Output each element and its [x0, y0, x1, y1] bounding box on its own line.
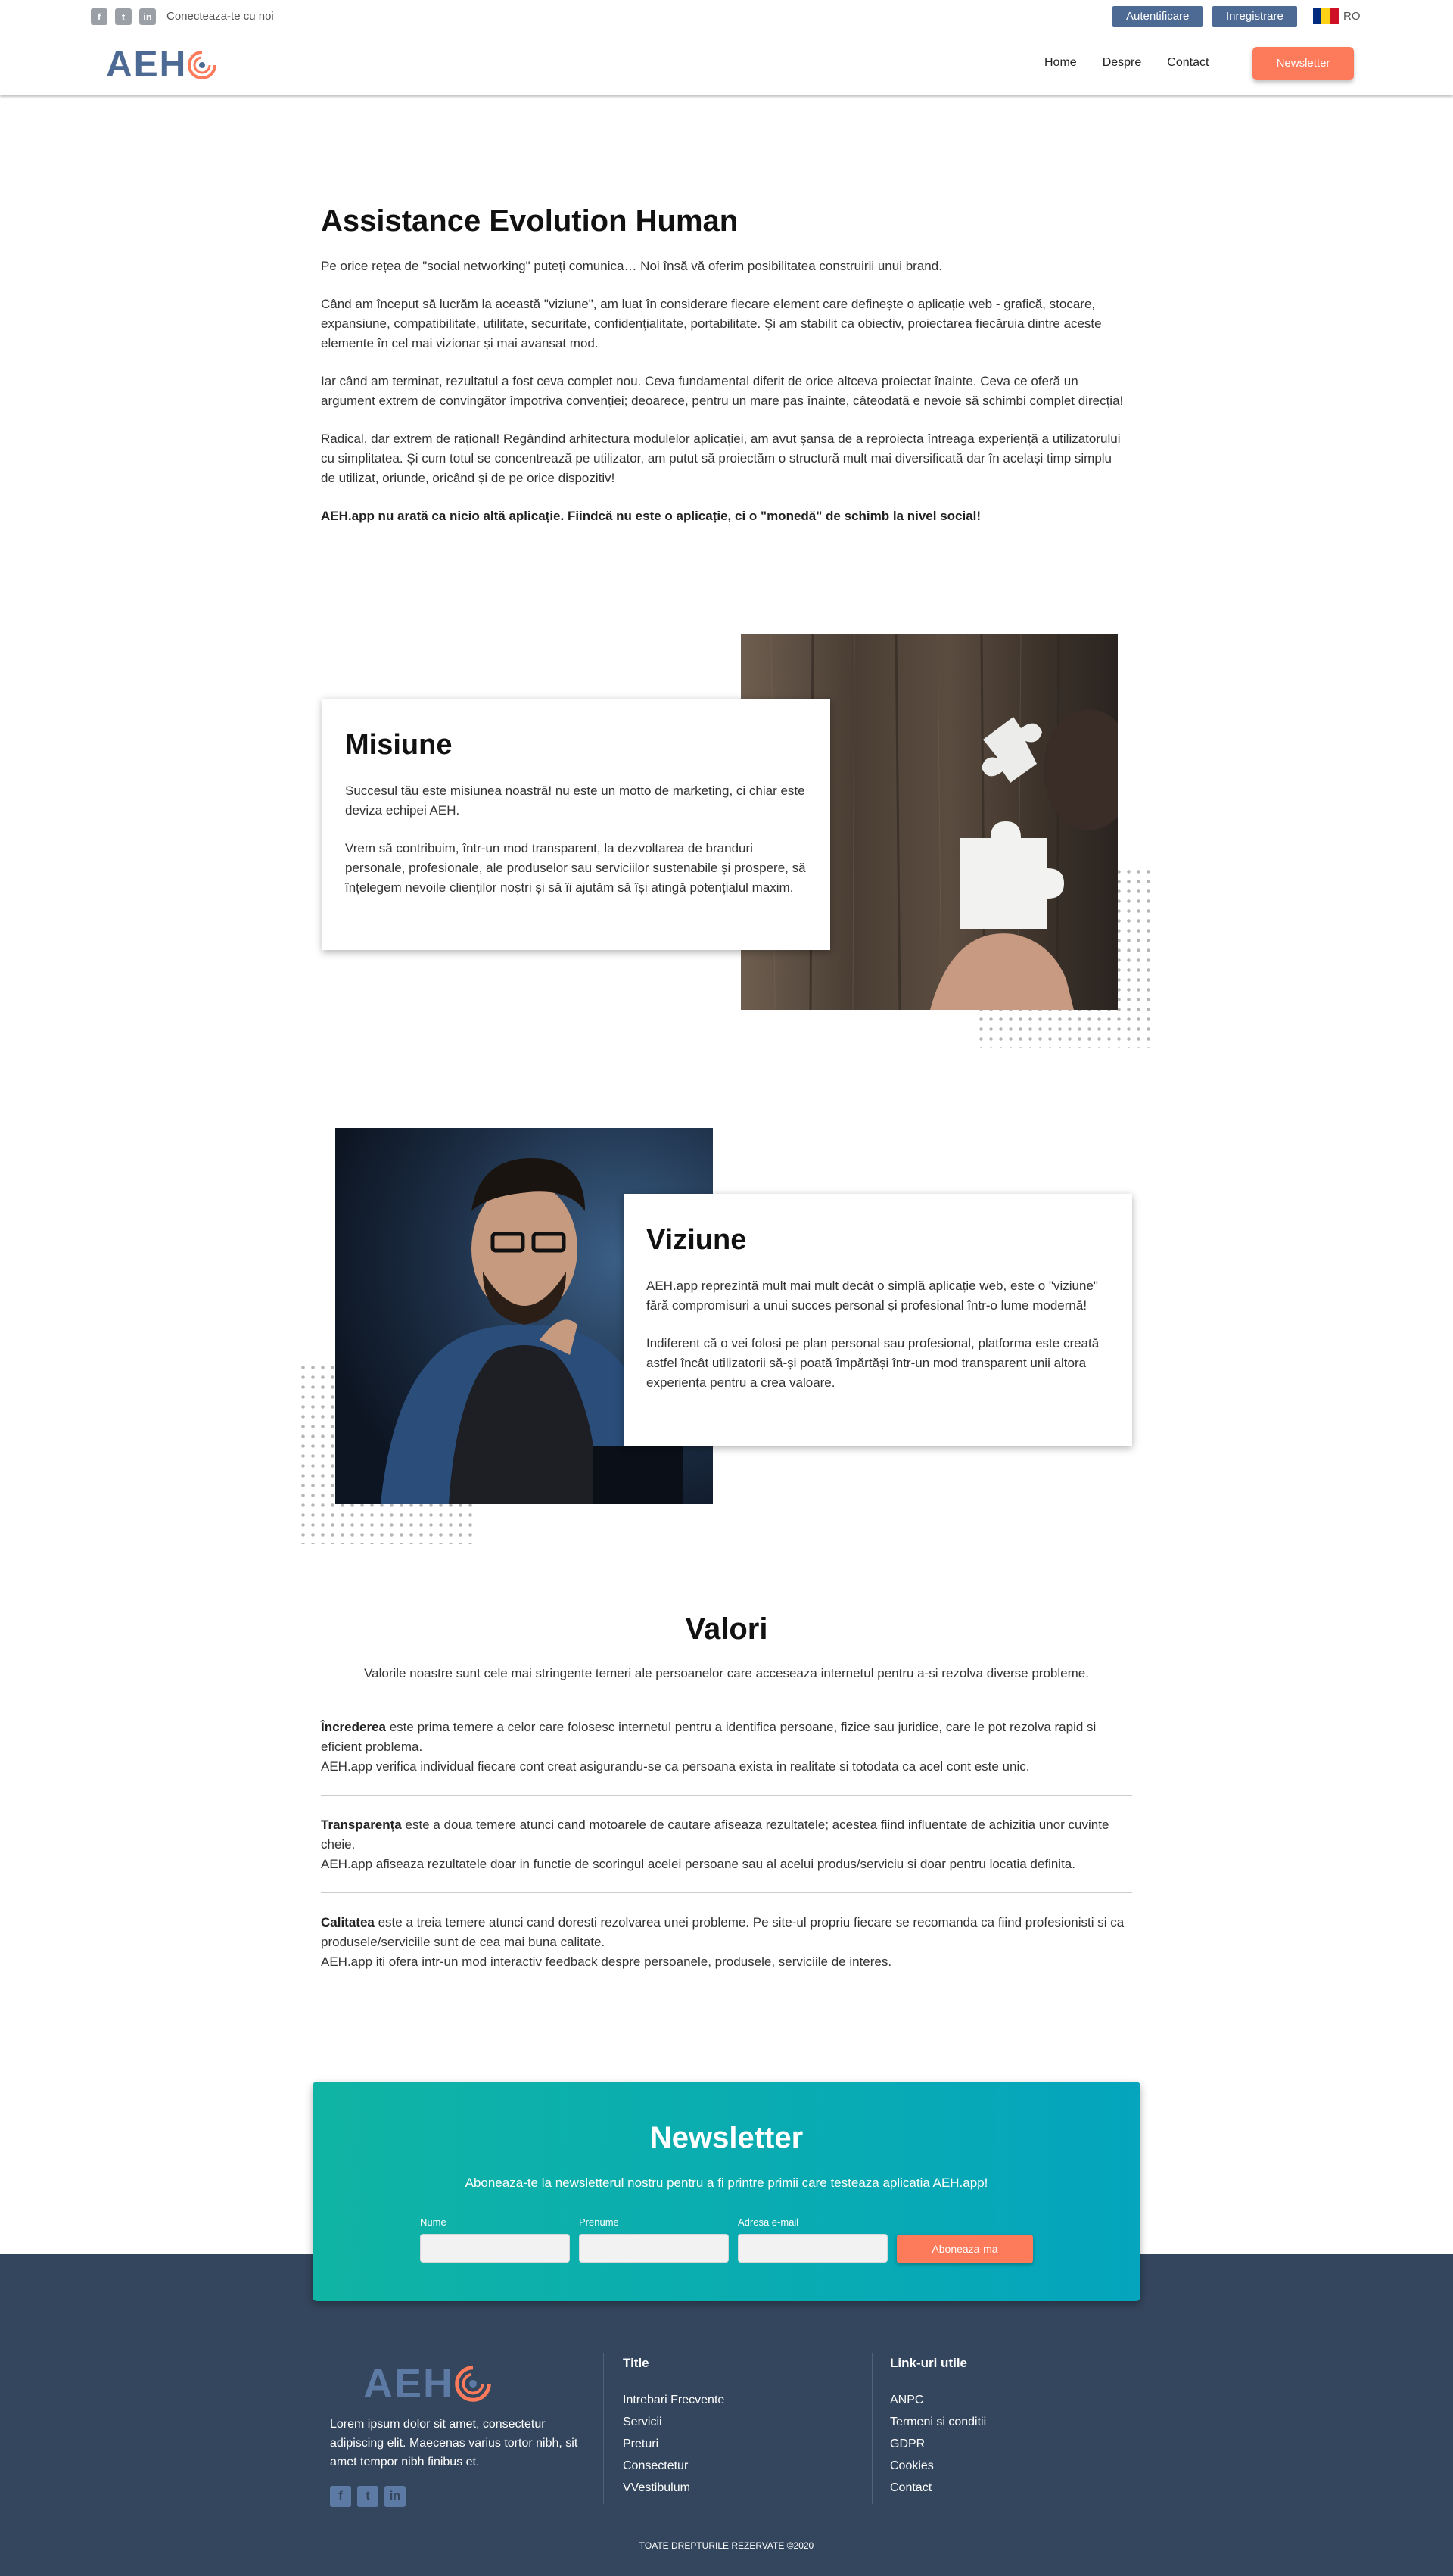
footer-social-links: f t in	[330, 2486, 406, 2507]
value-term: Transparența	[321, 1818, 402, 1832]
footer-column-title: Title Intrebari Frecvente Servicii Pretu…	[623, 2356, 724, 2503]
name-label: Nume	[420, 2216, 446, 2228]
mission-paragraph: Vrem să contribuim, într-un mod transpar…	[345, 841, 806, 895]
newsletter-title: Newsletter	[649, 2121, 804, 2154]
footer-link[interactable]: ANPC	[890, 2394, 986, 2407]
facebook-icon[interactable]: f	[330, 2486, 351, 2507]
value-text: AEH.app verifica individual fiecare cont…	[321, 1759, 1030, 1774]
footer-link[interactable]: VVestibulum	[623, 2481, 724, 2495]
value-item: Transparența este a doua temere atunci c…	[321, 1815, 1132, 1893]
intro-paragraph: Iar când am terminat, rezultatul a fost …	[321, 374, 1124, 408]
email-input[interactable]	[738, 2234, 888, 2263]
value-item: Calitatea este a treia temere atunci can…	[321, 1913, 1132, 1990]
language-label: RO	[1343, 9, 1361, 23]
footer-link[interactable]: Preturi	[623, 2437, 724, 2451]
top-bar: f t in Conecteaza-te cu noi Autentificar…	[0, 0, 1453, 33]
footer-divider	[603, 2353, 604, 2504]
intro-highlight: AEH.app nu arată ca nicio altă aplicație…	[321, 509, 982, 523]
nav-contact[interactable]: Contact	[1167, 56, 1209, 70]
values-lead: Valorile noastre sunt cele mai stringent…	[364, 1666, 1089, 1680]
values-title: Valori	[685, 1612, 768, 1646]
footer-link[interactable]: Consectetur	[623, 2459, 724, 2473]
footer-col-heading: Title	[623, 2356, 649, 2370]
value-text: este a doua temere atunci cand motoarele…	[321, 1818, 1109, 1852]
footer	[0, 2254, 1453, 2576]
value-text: este a treia temere atunci cand doresti …	[321, 1915, 1125, 1949]
newsletter-subtitle: Aboneaza-te la newsletterul nostru pentr…	[465, 2176, 988, 2190]
footer-col-heading: Link-uri utile	[890, 2356, 967, 2370]
email-label: Adresa e-mail	[738, 2216, 799, 2228]
language-selector[interactable]: RO	[1313, 8, 1361, 24]
facebook-icon[interactable]: f	[91, 8, 107, 25]
vision-card: Viziune AEH.app reprezintă mult mai mult…	[624, 1194, 1132, 1446]
value-term: Calitatea	[321, 1915, 375, 1930]
page-title: Assistance Evolution Human	[321, 204, 739, 238]
nav-links: Home Despre Contact	[1044, 56, 1209, 70]
vision-paragraph: AEH.app reprezintă mult mai mult decât o…	[646, 1279, 1098, 1313]
name-field-group: Nume	[420, 2216, 570, 2263]
value-item: Încrederea este prima temere a celor car…	[321, 1718, 1132, 1796]
logo-text: AEH	[106, 45, 188, 85]
newsletter-box: Newsletter Aboneaza-te la newsletterul n…	[313, 2082, 1140, 2301]
nav-about[interactable]: Despre	[1103, 56, 1142, 70]
twitter-icon[interactable]: t	[357, 2486, 378, 2507]
footer-link[interactable]: Termeni si conditii	[890, 2416, 986, 2429]
footer-description: Lorem ipsum dolor sit amet, consectetur …	[330, 2418, 578, 2469]
intro-paragraph: Pe orice rețea de "social networking" pu…	[321, 259, 942, 273]
footer-divider	[872, 2353, 873, 2504]
newsletter-nav-button[interactable]: Newsletter	[1252, 47, 1354, 80]
footer-link[interactable]: Intrebari Frecvente	[623, 2394, 724, 2407]
surname-input[interactable]	[579, 2234, 729, 2263]
connect-label: Conecteaza-te cu noi	[166, 10, 274, 23]
mission-card: Misiune Succesul tău este misiunea noast…	[322, 699, 830, 950]
intro-paragraph: Radical, dar extrem de rațional! Regândi…	[321, 431, 1121, 485]
value-text: este prima temere a celor care folosesc …	[321, 1720, 1097, 1754]
name-input[interactable]	[420, 2234, 570, 2263]
vision-title: Viziune	[646, 1224, 747, 1256]
footer-logo-target-icon	[455, 2366, 491, 2402]
surname-label: Prenume	[579, 2216, 619, 2228]
footer-column-useful-links: Link-uri utile ANPC Termeni si conditii …	[890, 2356, 986, 2503]
intro-paragraph: Când am început să lucrăm la această "vi…	[321, 297, 1102, 350]
vision-paragraph: Indiferent că o vei folosi pe plan perso…	[646, 1336, 1100, 1390]
subscribe-button[interactable]: Aboneaza-ma	[897, 2235, 1033, 2263]
login-button[interactable]: Autentificare	[1112, 6, 1203, 27]
main-navbar: AEH Home Despre Contact Newsletter	[0, 33, 1453, 95]
footer-logo-text: AEH	[363, 2361, 455, 2406]
social-links: f t in	[91, 8, 156, 25]
twitter-icon[interactable]: t	[115, 8, 132, 25]
mission-paragraph: Succesul tău este misiunea noastră! nu e…	[345, 783, 805, 818]
copyright: TOATE DREPTURILE REZERVATE ©2020	[639, 2540, 814, 2551]
value-term: Încrederea	[321, 1720, 386, 1734]
intro-section: Assistance Evolution Human Pe orice rețe…	[321, 204, 1125, 544]
value-text: AEH.app iti ofera intr-un mod interactiv…	[321, 1955, 892, 1969]
value-text: AEH.app afiseaza rezultatele doar in fun…	[321, 1857, 1075, 1871]
linkedin-icon[interactable]: in	[384, 2486, 406, 2507]
mission-title: Misiune	[345, 729, 453, 761]
footer-link[interactable]: Servicii	[623, 2416, 724, 2429]
footer-logo[interactable]: AEH	[363, 2360, 492, 2407]
footer-link[interactable]: Contact	[890, 2481, 986, 2495]
email-field-group: Adresa e-mail	[738, 2216, 888, 2263]
linkedin-icon[interactable]: in	[139, 8, 156, 25]
footer-link[interactable]: Cookies	[890, 2459, 986, 2473]
values-section: Valori Valorile noastre sunt cele mai st…	[321, 1612, 1132, 2010]
surname-field-group: Prenume	[579, 2216, 729, 2263]
logo-target-icon	[188, 51, 217, 79]
nav-home[interactable]: Home	[1044, 56, 1077, 70]
footer-link[interactable]: GDPR	[890, 2437, 986, 2451]
logo[interactable]: AEH	[106, 47, 217, 83]
romania-flag-icon	[1313, 8, 1339, 24]
register-button[interactable]: Inregistrare	[1212, 6, 1297, 27]
